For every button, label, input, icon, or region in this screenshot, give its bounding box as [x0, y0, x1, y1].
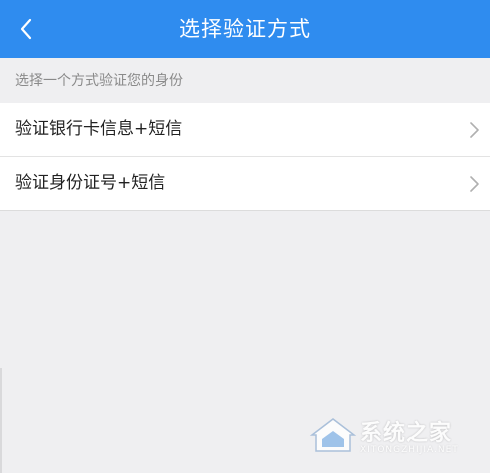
watermark-brand: 系统之家 — [360, 421, 453, 446]
chevron-left-icon — [20, 18, 32, 40]
watermark: 系统之家 XITONGZHIJIA.NET — [308, 413, 480, 465]
app-header: 选择验证方式 — [0, 0, 490, 58]
house-logo-icon — [309, 418, 357, 452]
option-bank-card-sms[interactable]: 验证银行卡信息+短信 — [0, 103, 490, 157]
page-title: 选择验证方式 — [179, 17, 311, 41]
chevron-right-icon — [470, 176, 479, 192]
instruction-text: 选择一个方式验证您的身份 — [15, 73, 183, 89]
chevron-right-icon — [470, 122, 479, 138]
option-label: 验证银行卡信息+短信 — [15, 119, 183, 139]
verification-options-list: 验证银行卡信息+短信 验证身份证号+短信 — [0, 103, 490, 211]
back-button[interactable] — [6, 9, 46, 49]
edge-divider — [0, 368, 2, 473]
option-label: 验证身份证号+短信 — [15, 173, 166, 193]
watermark-site: XITONGZHIJIA.NET — [360, 445, 459, 455]
option-id-card-sms[interactable]: 验证身份证号+短信 — [0, 157, 490, 211]
